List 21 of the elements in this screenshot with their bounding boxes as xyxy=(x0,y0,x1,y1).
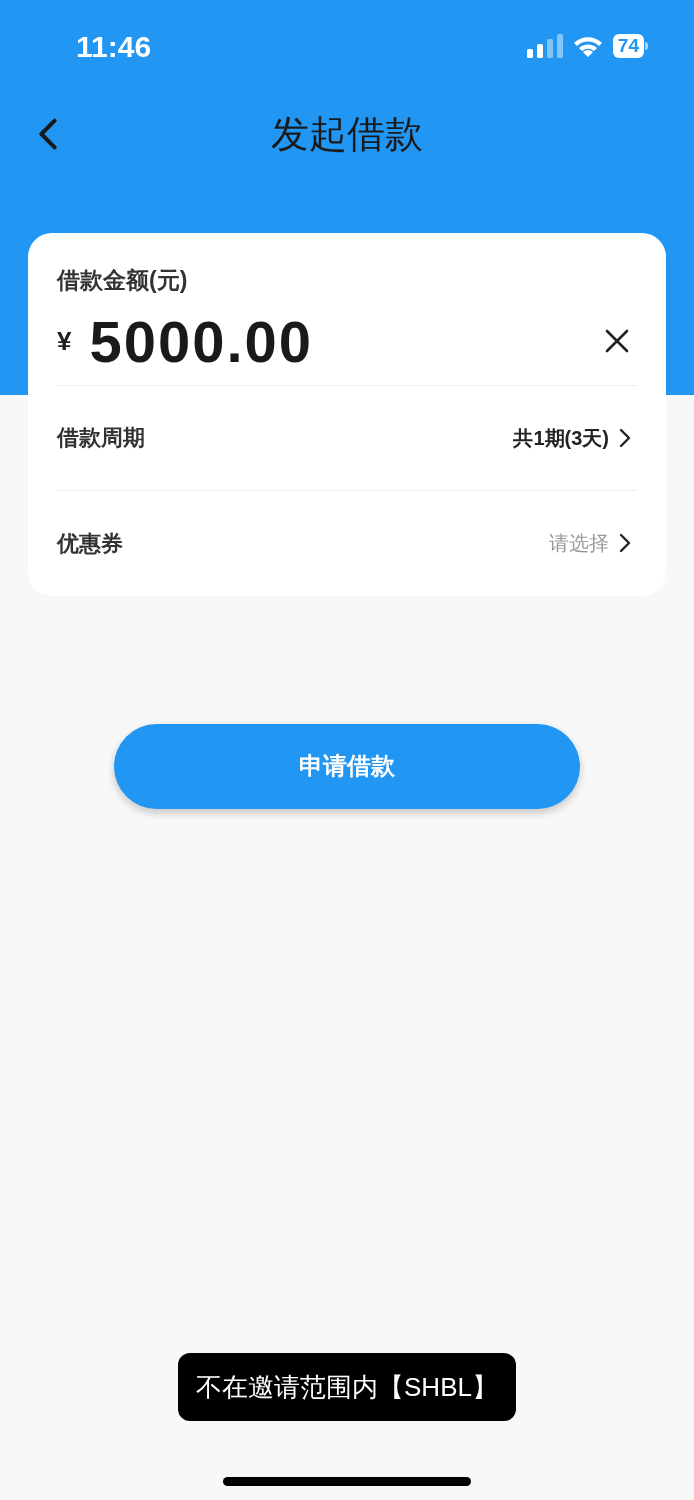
wifi-icon xyxy=(572,35,603,57)
page-title: 发起借款 xyxy=(271,111,423,157)
amount-value: 5000.00 xyxy=(89,307,315,376)
row-value: 请选择 xyxy=(549,531,609,556)
chevron-right-icon xyxy=(619,427,631,448)
chevron-right-icon xyxy=(619,533,631,553)
back-icon xyxy=(38,117,58,151)
row-label: 优惠券 xyxy=(57,529,123,558)
row-label: 借款周期 xyxy=(57,424,145,452)
row-value: 共1期(3天) xyxy=(513,425,609,451)
amount-label: 借款金额(元) xyxy=(57,267,188,293)
signal-icon xyxy=(526,34,563,58)
close-icon xyxy=(605,329,629,353)
status-time: 11:46 xyxy=(76,28,152,65)
option-row[interactable]: 优惠券 请选择 xyxy=(57,490,637,596)
battery-indicator: 74 xyxy=(612,34,644,58)
toast-message: 不在邀请范围内【SHBL】 xyxy=(178,1353,516,1421)
currency-symbol: ¥ xyxy=(57,324,72,358)
clear-button[interactable] xyxy=(605,329,629,353)
back-button[interactable] xyxy=(38,117,58,151)
option-row[interactable]: 借款周期 共1期(3天) xyxy=(57,385,637,491)
